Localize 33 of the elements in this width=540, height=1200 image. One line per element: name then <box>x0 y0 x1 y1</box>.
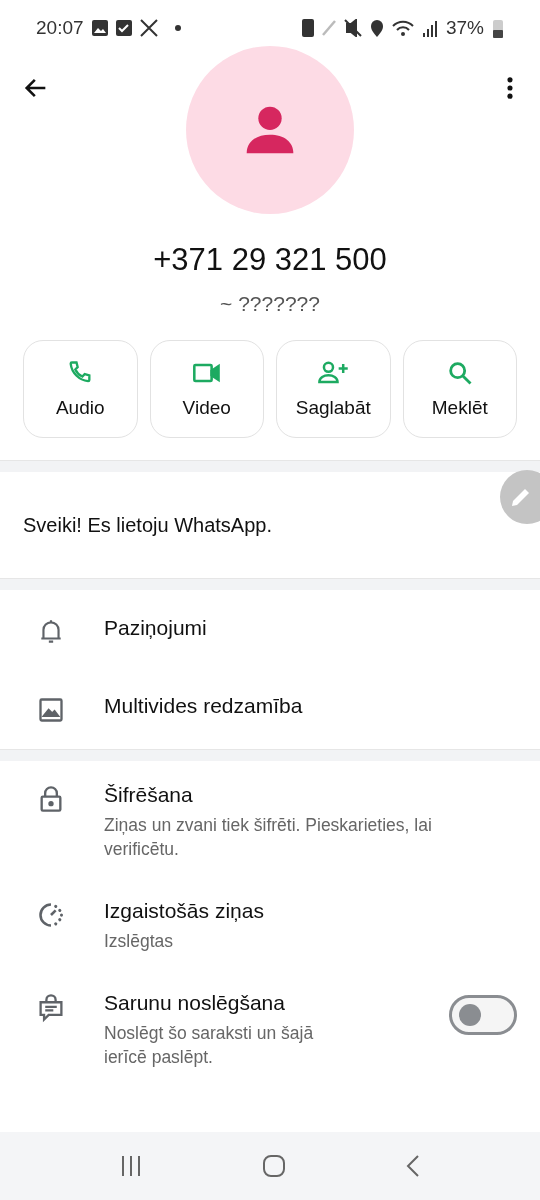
setting-description: Noslēgt šo saraksti un šajā ierīcē paslēpt. <box>104 1022 315 1069</box>
battery-percent: 37% <box>445 17 484 39</box>
contact-phone: +371 29 321 500 <box>153 242 387 278</box>
action-button[interactable]: Meklēt <box>402 340 517 438</box>
status-time: 20:07 <box>36 17 84 39</box>
contact-name: ~ ??????? <box>220 292 320 316</box>
timer-icon <box>37 901 65 929</box>
action-button[interactable]: Saglabāt <box>276 340 391 438</box>
locked-chat-icon <box>37 993 65 1023</box>
home-icon[interactable] <box>262 1154 286 1178</box>
lock-icon <box>39 785 63 813</box>
setting-description: Izslēgtas <box>104 930 175 953</box>
setting-description: Ziņas un zvani tiek šifrēti. Pieskarieties, lai verificētu. <box>104 814 433 861</box>
wifi-icon <box>391 20 414 36</box>
setting-title[interactable]: Sarunu noslēgšana <box>104 991 411 1015</box>
bell-icon <box>38 618 64 646</box>
back-icon[interactable] <box>404 1154 421 1178</box>
toggle-switch[interactable] <box>449 995 517 1035</box>
action-button[interactable]: Video <box>149 340 264 438</box>
action-button[interactable]: Audio <box>23 340 138 438</box>
location-icon <box>369 19 384 37</box>
gallery-icon <box>91 20 108 36</box>
menu-item[interactable]: Multivides redzamība <box>104 694 517 718</box>
about-text: Sveiki! Es lietoju WhatsApp. <box>23 513 272 537</box>
setting-title[interactable]: Izgaistošās ziņas <box>104 899 517 923</box>
battery-icon <box>492 18 504 38</box>
mute-icon <box>343 19 362 37</box>
setting-title[interactable]: Šifrēšana <box>104 783 517 807</box>
signal-icon <box>421 19 438 37</box>
dot-icon <box>173 24 182 32</box>
image-icon <box>37 696 65 724</box>
menu-item[interactable]: Paziņojumi <box>104 616 517 640</box>
checkbox-icon <box>115 20 132 36</box>
